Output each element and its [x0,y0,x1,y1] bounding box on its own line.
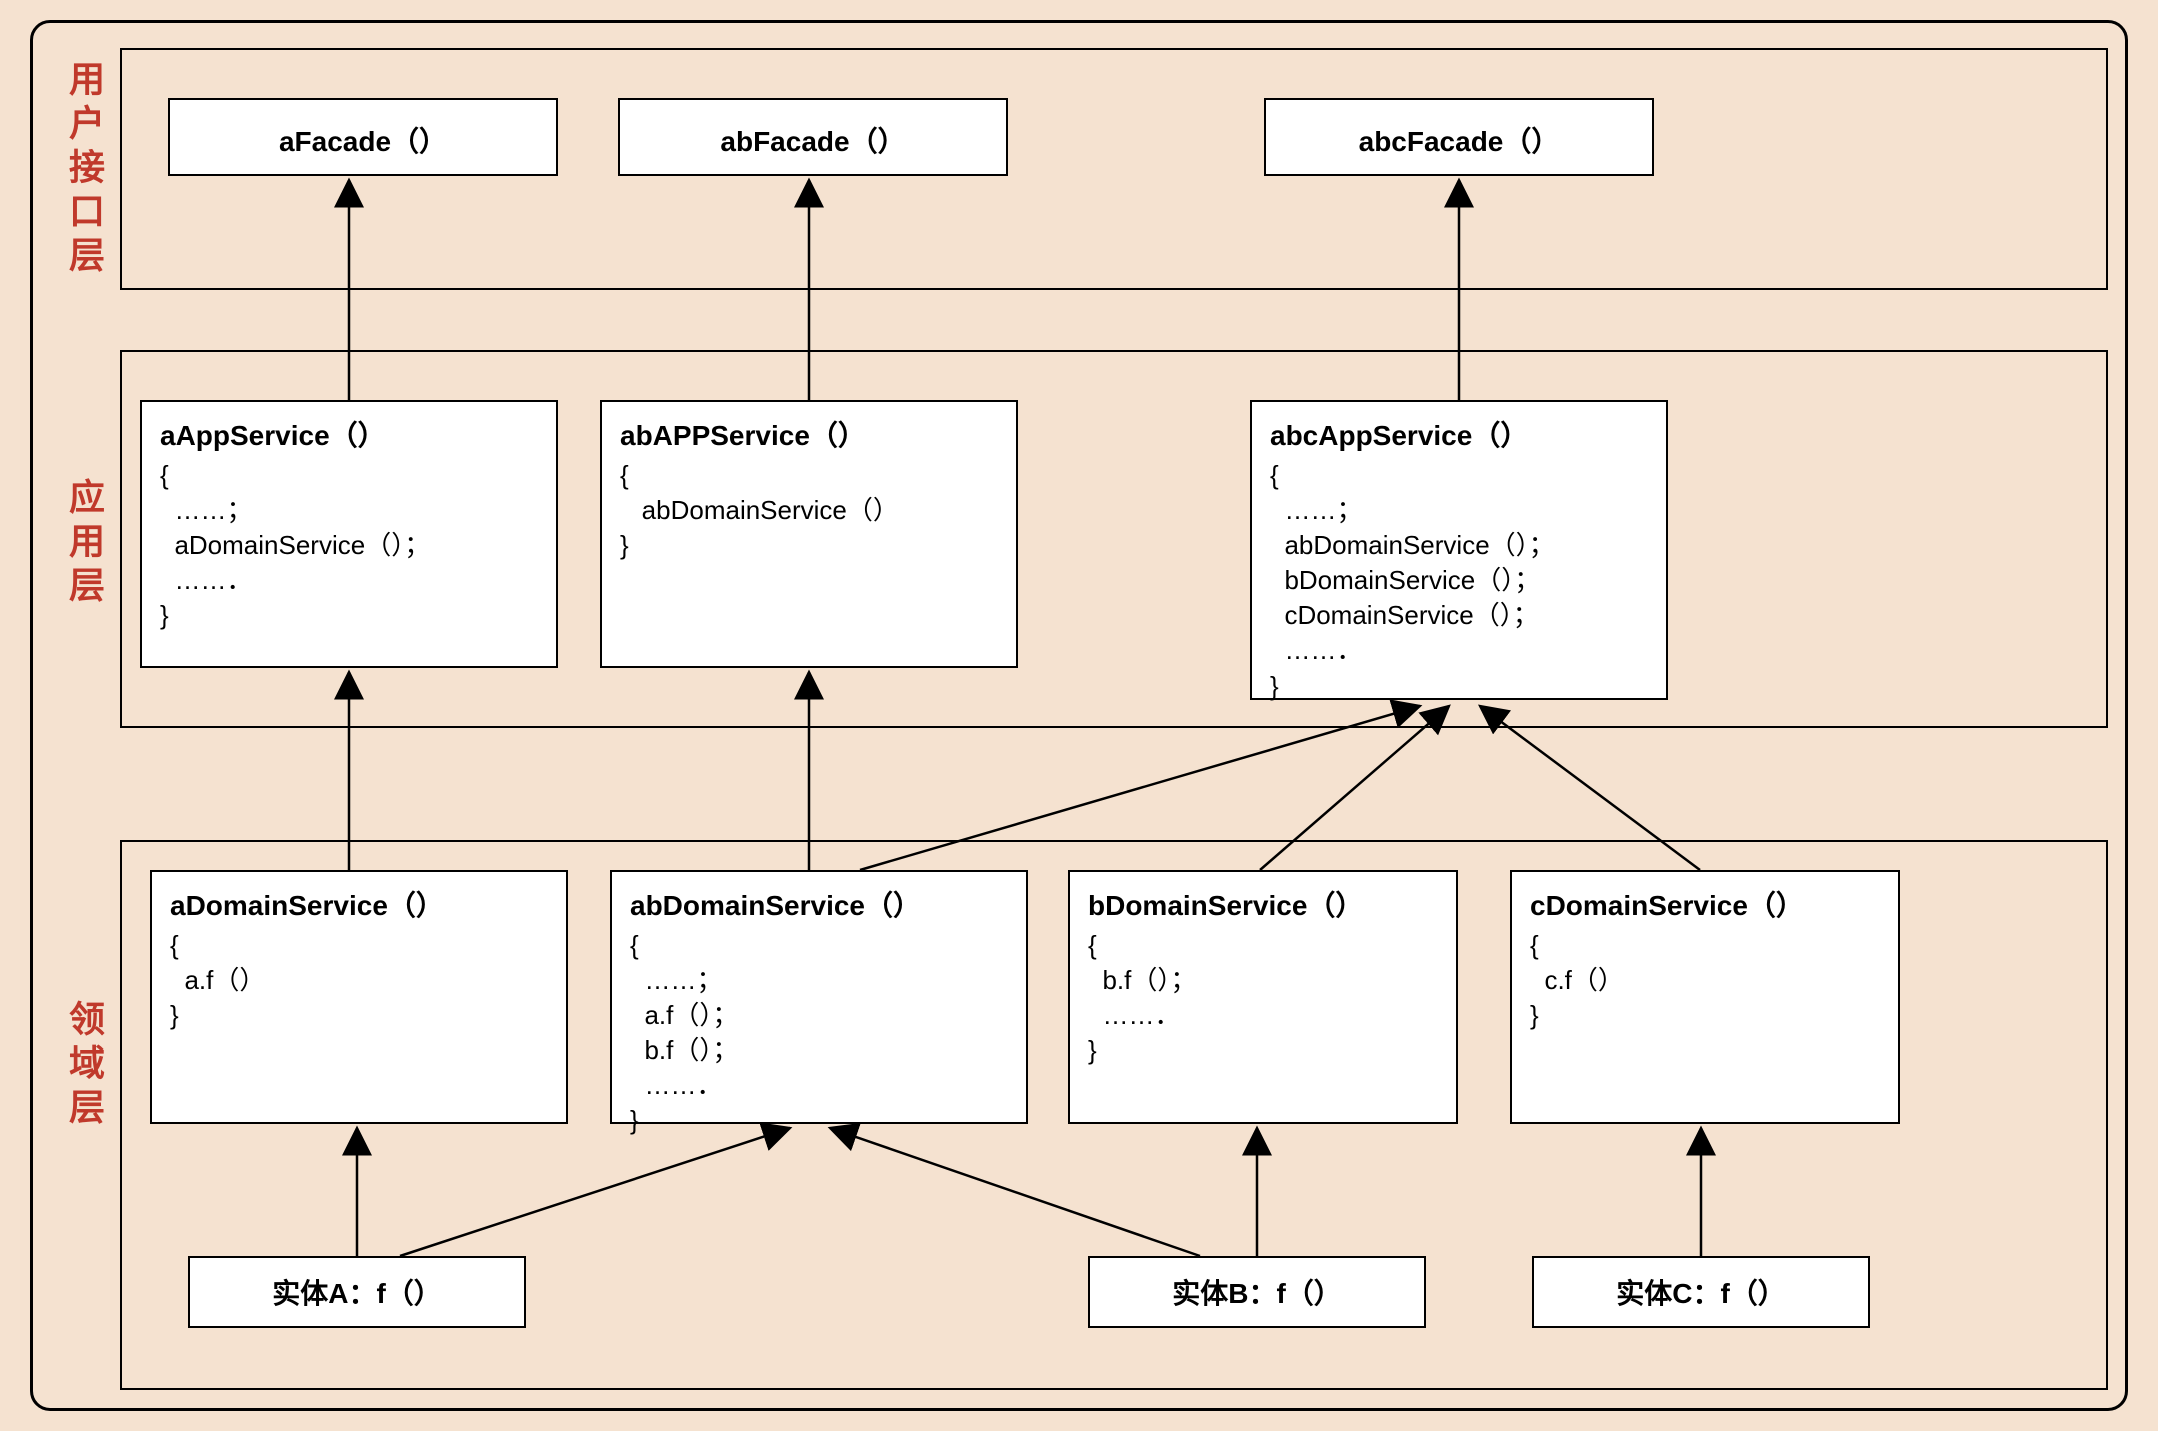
facade-a-box: aFacade（） [168,98,558,176]
entity-a-box: 实体A：f（） [188,1256,526,1328]
domainservice-b-box: bDomainService（） { b.f（）； ……． } [1068,870,1458,1124]
appservice-ab-body: { abDomainService（） } [602,458,1016,575]
domainservice-a-title: aDomainService（） [152,872,566,928]
facade-abc-box: abcFacade（） [1264,98,1654,176]
facade-abc-title: abcFacade（） [1266,100,1652,180]
facade-a-title: aFacade（） [170,100,556,180]
appservice-a-title: aAppService（） [142,402,556,458]
entity-c-label: 实体C：f（） [1616,1278,1786,1309]
entity-a-label: 实体A：f（） [272,1278,442,1309]
layer-app-label: 应用层 [58,478,110,610]
layer-ui-label: 用户接口层 [58,60,110,280]
entity-c-box: 实体C：f（） [1532,1256,1870,1328]
domainservice-a-body: { a.f（） } [152,928,566,1045]
domainservice-c-title: cDomainService（） [1512,872,1898,928]
domainservice-b-title: bDomainService（） [1070,872,1456,928]
domainservice-c-body: { c.f（） } [1512,928,1898,1045]
facade-ab-box: abFacade（） [618,98,1008,176]
appservice-ab-title: abAPPService（） [602,402,1016,458]
appservice-a-box: aAppService（） { ……； aDomainService（）； ……… [140,400,558,668]
appservice-abc-box: abcAppService（） { ……； abDomainService（）；… [1250,400,1668,700]
domainservice-ab-body: { ……； a.f（）； b.f（）； ……． } [612,928,1026,1151]
appservice-abc-body: { ……； abDomainService（）； bDomainService（… [1252,458,1666,716]
facade-ab-title: abFacade（） [620,100,1006,180]
domainservice-a-box: aDomainService（） { a.f（） } [150,870,568,1124]
appservice-abc-title: abcAppService（） [1252,402,1666,458]
appservice-a-body: { ……； aDomainService（）； ……． } [142,458,556,645]
domainservice-c-box: cDomainService（） { c.f（） } [1510,870,1900,1124]
entity-b-label: 实体B：f（） [1172,1278,1342,1309]
entity-b-box: 实体B：f（） [1088,1256,1426,1328]
domainservice-ab-title: abDomainService（） [612,872,1026,928]
layer-domain-label: 领域层 [58,1000,110,1132]
domainservice-b-body: { b.f（）； ……． } [1070,928,1456,1080]
appservice-ab-box: abAPPService（） { abDomainService（） } [600,400,1018,668]
domainservice-ab-box: abDomainService（） { ……； a.f（）； b.f（）； ……… [610,870,1028,1124]
